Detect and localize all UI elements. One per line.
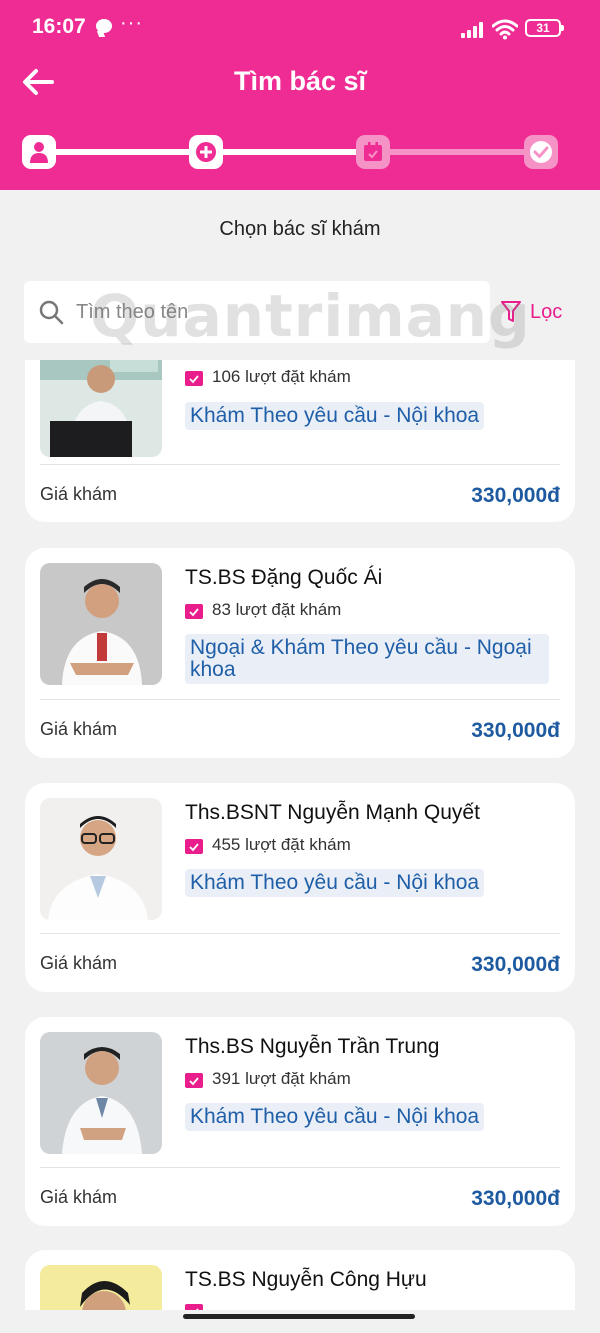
fee-label: Giá khám [40,1187,118,1207]
fee-value: 330,000đ [471,719,560,742]
step-patient [22,135,56,169]
calendar-icon [185,1304,203,1310]
medical-cross-icon [196,142,216,162]
fee-value: 330,000đ [471,1187,560,1210]
search-icon [39,300,64,325]
calendar-icon [185,838,203,854]
booking-count: 455 lượt đặt khám [185,835,351,855]
page-title: Tìm bác sĩ [233,66,367,96]
calendar-icon [185,370,203,386]
booking-count-text: 106 lượt đặt khám [212,367,351,386]
step-confirm [524,135,558,169]
doctor-photo [40,360,162,457]
booking-count [185,1302,212,1310]
section-subtitle: Chọn bác sĩ khám [219,218,381,240]
booking-count: 391 lượt đặt khám [185,1069,351,1089]
booking-stepper [22,133,558,171]
doctor-card[interactable]: TS.BS Nguyễn Công Hựu [25,1250,575,1310]
checkmark-icon [530,141,552,163]
search-box[interactable] [24,281,490,343]
specialty-tag: Khám Theo yêu cầu - Nội khoa [185,1103,485,1131]
filter-label: Lọc [530,300,563,323]
specialty-tag: Khám Theo yêu cầu - Nội khoa [185,869,485,897]
booking-count: 83 lượt đặt khám [185,600,341,620]
fee-label: Giá khám [40,484,118,504]
doctor-card[interactable]: TS.BS Đặng Quốc Ái 83 lượt đặt khám Ngoạ… [25,548,575,758]
step-doctor [189,135,223,169]
fee-value: 330,000đ [471,484,560,507]
doctor-list: 106 lượt đặt khám Khám Theo yêu cầu - Nộ… [0,360,600,1310]
calendar-icon [185,1072,203,1088]
doctor-card[interactable]: Ths.BS Nguyễn Trần Trung 391 lượt đặt kh… [25,1017,575,1226]
more-notifications-icon: ··· [120,12,143,34]
doctor-photo [40,563,162,685]
doctor-photo [40,798,162,920]
calendar-icon [185,603,203,619]
status-bar: 16:07 ··· 31 [0,0,600,56]
fee-label: Giá khám [40,953,118,973]
booking-count-text: 391 lượt đặt khám [212,1069,351,1088]
calendar-icon [364,142,382,161]
booking-count: 106 lượt đặt khám [185,367,351,387]
doctor-name: TS.BS Nguyễn Công Hựu [185,1268,427,1291]
doctor-card[interactable]: Ths.BSNT Nguyễn Mạnh Quyết 455 lượt đặt … [25,783,575,992]
doctor-name: Ths.BSNT Nguyễn Mạnh Quyết [185,801,480,824]
status-time: 16:07 [32,15,86,38]
doctor-photo [40,1265,162,1310]
battery-icon: 31 [525,19,564,37]
step-schedule [356,135,390,169]
fee-label: Giá khám [40,719,118,739]
message-icon [96,19,112,33]
booking-count-text: 83 lượt đặt khám [212,600,342,619]
doctor-name: TS.BS Đặng Quốc Ái [185,566,383,589]
search-input[interactable] [76,295,476,329]
doctor-list-screen: Chọn bác sĩ khám Lọc [0,190,600,1333]
wifi-icon [492,19,518,40]
fee-value: 330,000đ [471,953,560,976]
booking-count-text: 455 lượt đặt khám [212,835,351,854]
person-icon [30,142,48,163]
doctor-photo [40,1032,162,1154]
filter-button[interactable]: Lọc [500,294,562,330]
signal-icon [461,22,487,38]
doctor-name: Ths.BS Nguyễn Trần Trung [185,1035,440,1058]
filter-icon [501,301,521,322]
specialty-tag: Ngoại & Khám Theo yêu cầu - Ngoại khoa [185,634,549,684]
home-indicator[interactable] [183,1314,415,1319]
specialty-tag: Khám Theo yêu cầu - Nội khoa [185,402,485,430]
app-header: 16:07 ··· 31 Tìm bác sĩ [0,0,600,190]
doctor-card[interactable]: 106 lượt đặt khám Khám Theo yêu cầu - Nộ… [25,360,575,522]
